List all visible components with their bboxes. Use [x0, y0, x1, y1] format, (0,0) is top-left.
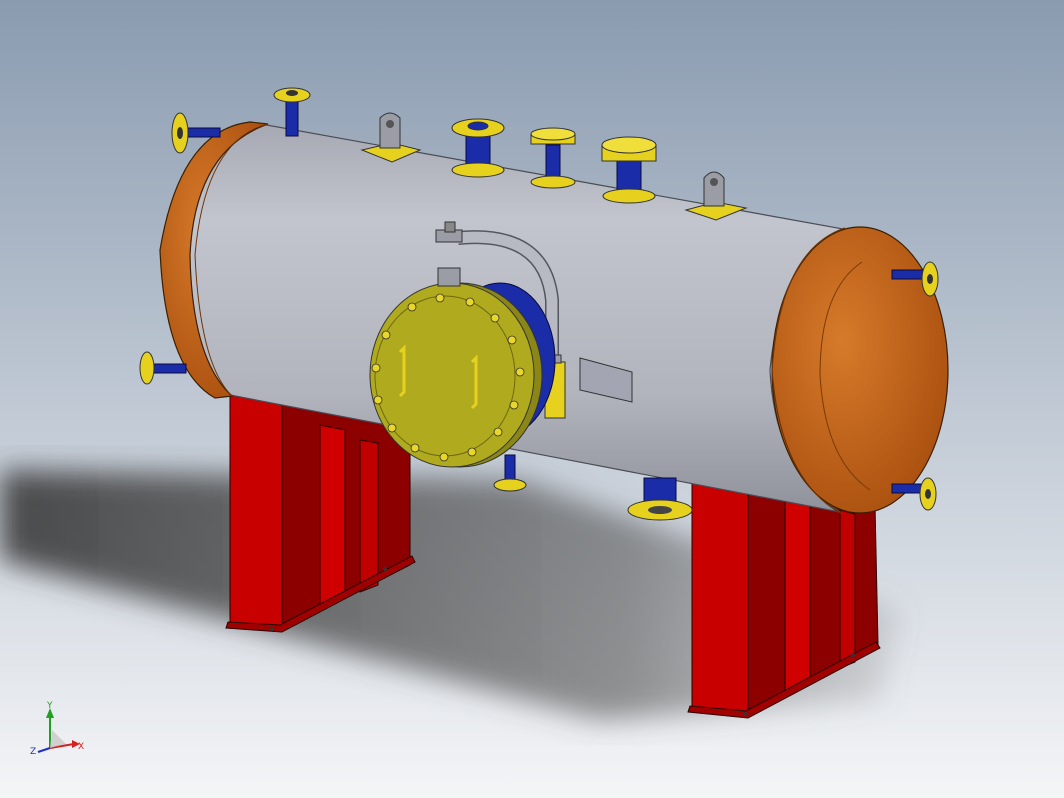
triad-x-label: X: [78, 742, 84, 752]
triad-z-label: Z: [30, 747, 36, 757]
triad-y-label: Y: [46, 701, 53, 711]
cad-model-scene[interactable]: Y X Z: [0, 0, 1064, 798]
3d-viewport[interactable]: Y X Z: [0, 0, 1064, 798]
